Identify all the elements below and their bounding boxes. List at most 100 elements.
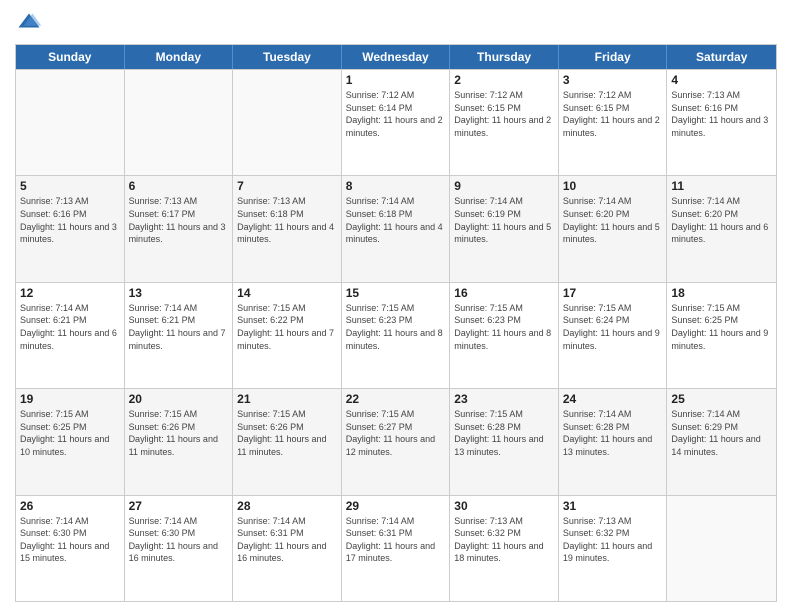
- cell-sun-info: Sunrise: 7:15 AM Sunset: 6:27 PM Dayligh…: [346, 408, 446, 458]
- calendar-cell: [233, 70, 342, 175]
- cell-date-number: 28: [237, 499, 337, 513]
- calendar-cell: 9Sunrise: 7:14 AM Sunset: 6:19 PM Daylig…: [450, 176, 559, 281]
- cell-date-number: 31: [563, 499, 663, 513]
- calendar-cell: 6 Sunrise: 7:13 AM Sunset: 6:17 PM Daylig…: [125, 176, 234, 281]
- cell-date-number: 26: [20, 499, 120, 513]
- cell-date-number: 13: [129, 286, 229, 300]
- weekday-header-wednesday: Wednesday: [342, 45, 451, 69]
- cell-sun-info: Sunrise: 7:13 AM Sunset: 6:16 PM Dayligh…: [20, 195, 120, 245]
- cell-date-number: 1: [346, 73, 446, 87]
- weekday-header-sunday: Sunday: [16, 45, 125, 69]
- cell-sun-info: Sunrise: 7:15 AM Sunset: 6:25 PM Dayligh…: [671, 302, 772, 352]
- calendar-cell: 16Sunrise: 7:15 AM Sunset: 6:23 PM Dayli…: [450, 283, 559, 388]
- calendar-cell: 4Sunrise: 7:13 AM Sunset: 6:16 PM Daylig…: [667, 70, 776, 175]
- cell-date-number: 17: [563, 286, 663, 300]
- calendar-cell: 3 Sunrise: 7:12 AM Sunset: 6:15 PM Daylig…: [559, 70, 668, 175]
- cell-date-number: 30: [454, 499, 554, 513]
- calendar-cell: 22 Sunrise: 7:15 AM Sunset: 6:27 PM Dayli…: [342, 389, 451, 494]
- calendar-cell: 27Sunrise: 7:14 AM Sunset: 6:30 PM Dayli…: [125, 496, 234, 601]
- cell-sun-info: Sunrise: 7:14 AM Sunset: 6:30 PM Dayligh…: [129, 515, 229, 565]
- cell-sun-info: Sunrise: 7:13 AM Sunset: 6:17 PM Dayligh…: [129, 195, 229, 245]
- cell-sun-info: Sunrise: 7:14 AM Sunset: 6:20 PM Dayligh…: [563, 195, 663, 245]
- cell-date-number: 5: [20, 179, 120, 193]
- cell-date-number: 7: [237, 179, 337, 193]
- cell-sun-info: Sunrise: 7:14 AM Sunset: 6:18 PM Dayligh…: [346, 195, 446, 245]
- cell-date-number: 23: [454, 392, 554, 406]
- cell-sun-info: Sunrise: 7:13 AM Sunset: 6:32 PM Dayligh…: [563, 515, 663, 565]
- logo-icon: [15, 10, 43, 38]
- cell-sun-info: Sunrise: 7:14 AM Sunset: 6:21 PM Dayligh…: [129, 302, 229, 352]
- cell-sun-info: Sunrise: 7:15 AM Sunset: 6:23 PM Dayligh…: [346, 302, 446, 352]
- calendar-cell: 7 Sunrise: 7:13 AM Sunset: 6:18 PM Daylig…: [233, 176, 342, 281]
- weekday-header-tuesday: Tuesday: [233, 45, 342, 69]
- cell-date-number: 2: [454, 73, 554, 87]
- cell-sun-info: Sunrise: 7:14 AM Sunset: 6:21 PM Dayligh…: [20, 302, 120, 352]
- cell-date-number: 22: [346, 392, 446, 406]
- cell-date-number: 15: [346, 286, 446, 300]
- cell-sun-info: Sunrise: 7:12 AM Sunset: 6:15 PM Dayligh…: [454, 89, 554, 139]
- calendar-cell: 1 Sunrise: 7:12 AM Sunset: 6:14 PM Daylig…: [342, 70, 451, 175]
- calendar: SundayMondayTuesdayWednesdayThursdayFrid…: [15, 44, 777, 602]
- cell-sun-info: Sunrise: 7:14 AM Sunset: 6:31 PM Dayligh…: [346, 515, 446, 565]
- header: [15, 10, 777, 38]
- calendar-row-0: 1 Sunrise: 7:12 AM Sunset: 6:14 PM Daylig…: [16, 69, 776, 175]
- cell-sun-info: Sunrise: 7:15 AM Sunset: 6:25 PM Dayligh…: [20, 408, 120, 458]
- cell-date-number: 25: [671, 392, 772, 406]
- calendar-cell: 21 Sunrise: 7:15 AM Sunset: 6:26 PM Dayli…: [233, 389, 342, 494]
- cell-sun-info: Sunrise: 7:12 AM Sunset: 6:14 PM Dayligh…: [346, 89, 446, 139]
- calendar-body: 1 Sunrise: 7:12 AM Sunset: 6:14 PM Daylig…: [16, 69, 776, 601]
- cell-date-number: 12: [20, 286, 120, 300]
- cell-date-number: 29: [346, 499, 446, 513]
- calendar-cell: [16, 70, 125, 175]
- calendar-row-2: 12 Sunrise: 7:14 AM Sunset: 6:21 PM Dayli…: [16, 282, 776, 388]
- calendar-cell: 10 Sunrise: 7:14 AM Sunset: 6:20 PM Dayli…: [559, 176, 668, 281]
- calendar-cell: 31 Sunrise: 7:13 AM Sunset: 6:32 PM Dayli…: [559, 496, 668, 601]
- cell-sun-info: Sunrise: 7:13 AM Sunset: 6:18 PM Dayligh…: [237, 195, 337, 245]
- cell-date-number: 9: [454, 179, 554, 193]
- cell-date-number: 20: [129, 392, 229, 406]
- cell-sun-info: Sunrise: 7:15 AM Sunset: 6:26 PM Dayligh…: [237, 408, 337, 458]
- cell-sun-info: Sunrise: 7:15 AM Sunset: 6:22 PM Dayligh…: [237, 302, 337, 352]
- cell-sun-info: Sunrise: 7:12 AM Sunset: 6:15 PM Dayligh…: [563, 89, 663, 139]
- calendar-cell: 28 Sunrise: 7:14 AM Sunset: 6:31 PM Dayli…: [233, 496, 342, 601]
- cell-sun-info: Sunrise: 7:15 AM Sunset: 6:24 PM Dayligh…: [563, 302, 663, 352]
- cell-date-number: 24: [563, 392, 663, 406]
- cell-sun-info: Sunrise: 7:15 AM Sunset: 6:26 PM Dayligh…: [129, 408, 229, 458]
- calendar-cell: 13 Sunrise: 7:14 AM Sunset: 6:21 PM Dayli…: [125, 283, 234, 388]
- cell-sun-info: Sunrise: 7:14 AM Sunset: 6:28 PM Dayligh…: [563, 408, 663, 458]
- calendar-cell: 18 Sunrise: 7:15 AM Sunset: 6:25 PM Dayli…: [667, 283, 776, 388]
- calendar-cell: 12 Sunrise: 7:14 AM Sunset: 6:21 PM Dayli…: [16, 283, 125, 388]
- cell-date-number: 8: [346, 179, 446, 193]
- calendar-cell: 14 Sunrise: 7:15 AM Sunset: 6:22 PM Dayli…: [233, 283, 342, 388]
- calendar-cell: 15 Sunrise: 7:15 AM Sunset: 6:23 PM Dayli…: [342, 283, 451, 388]
- calendar-cell: 25Sunrise: 7:14 AM Sunset: 6:29 PM Dayli…: [667, 389, 776, 494]
- cell-sun-info: Sunrise: 7:15 AM Sunset: 6:28 PM Dayligh…: [454, 408, 554, 458]
- cell-date-number: 18: [671, 286, 772, 300]
- cell-sun-info: Sunrise: 7:14 AM Sunset: 6:20 PM Dayligh…: [671, 195, 772, 245]
- calendar-cell: [125, 70, 234, 175]
- cell-date-number: 21: [237, 392, 337, 406]
- cell-date-number: 10: [563, 179, 663, 193]
- calendar-row-4: 26 Sunrise: 7:14 AM Sunset: 6:30 PM Dayli…: [16, 495, 776, 601]
- cell-sun-info: Sunrise: 7:15 AM Sunset: 6:23 PM Dayligh…: [454, 302, 554, 352]
- calendar-cell: 30Sunrise: 7:13 AM Sunset: 6:32 PM Dayli…: [450, 496, 559, 601]
- logo: [15, 10, 47, 38]
- calendar-row-3: 19 Sunrise: 7:15 AM Sunset: 6:25 PM Dayli…: [16, 388, 776, 494]
- cell-date-number: 14: [237, 286, 337, 300]
- page: SundayMondayTuesdayWednesdayThursdayFrid…: [0, 0, 792, 612]
- calendar-cell: 11Sunrise: 7:14 AM Sunset: 6:20 PM Dayli…: [667, 176, 776, 281]
- cell-date-number: 19: [20, 392, 120, 406]
- weekday-header-friday: Friday: [559, 45, 668, 69]
- calendar-cell: 20 Sunrise: 7:15 AM Sunset: 6:26 PM Dayli…: [125, 389, 234, 494]
- weekday-header-saturday: Saturday: [667, 45, 776, 69]
- cell-date-number: 3: [563, 73, 663, 87]
- cell-date-number: 6: [129, 179, 229, 193]
- cell-sun-info: Sunrise: 7:14 AM Sunset: 6:31 PM Dayligh…: [237, 515, 337, 565]
- calendar-row-1: 5 Sunrise: 7:13 AM Sunset: 6:16 PM Daylig…: [16, 175, 776, 281]
- calendar-header-row: SundayMondayTuesdayWednesdayThursdayFrid…: [16, 45, 776, 69]
- calendar-cell: 2 Sunrise: 7:12 AM Sunset: 6:15 PM Daylig…: [450, 70, 559, 175]
- calendar-cell: 17 Sunrise: 7:15 AM Sunset: 6:24 PM Dayli…: [559, 283, 668, 388]
- calendar-cell: 8 Sunrise: 7:14 AM Sunset: 6:18 PM Daylig…: [342, 176, 451, 281]
- calendar-cell: 29 Sunrise: 7:14 AM Sunset: 6:31 PM Dayli…: [342, 496, 451, 601]
- weekday-header-thursday: Thursday: [450, 45, 559, 69]
